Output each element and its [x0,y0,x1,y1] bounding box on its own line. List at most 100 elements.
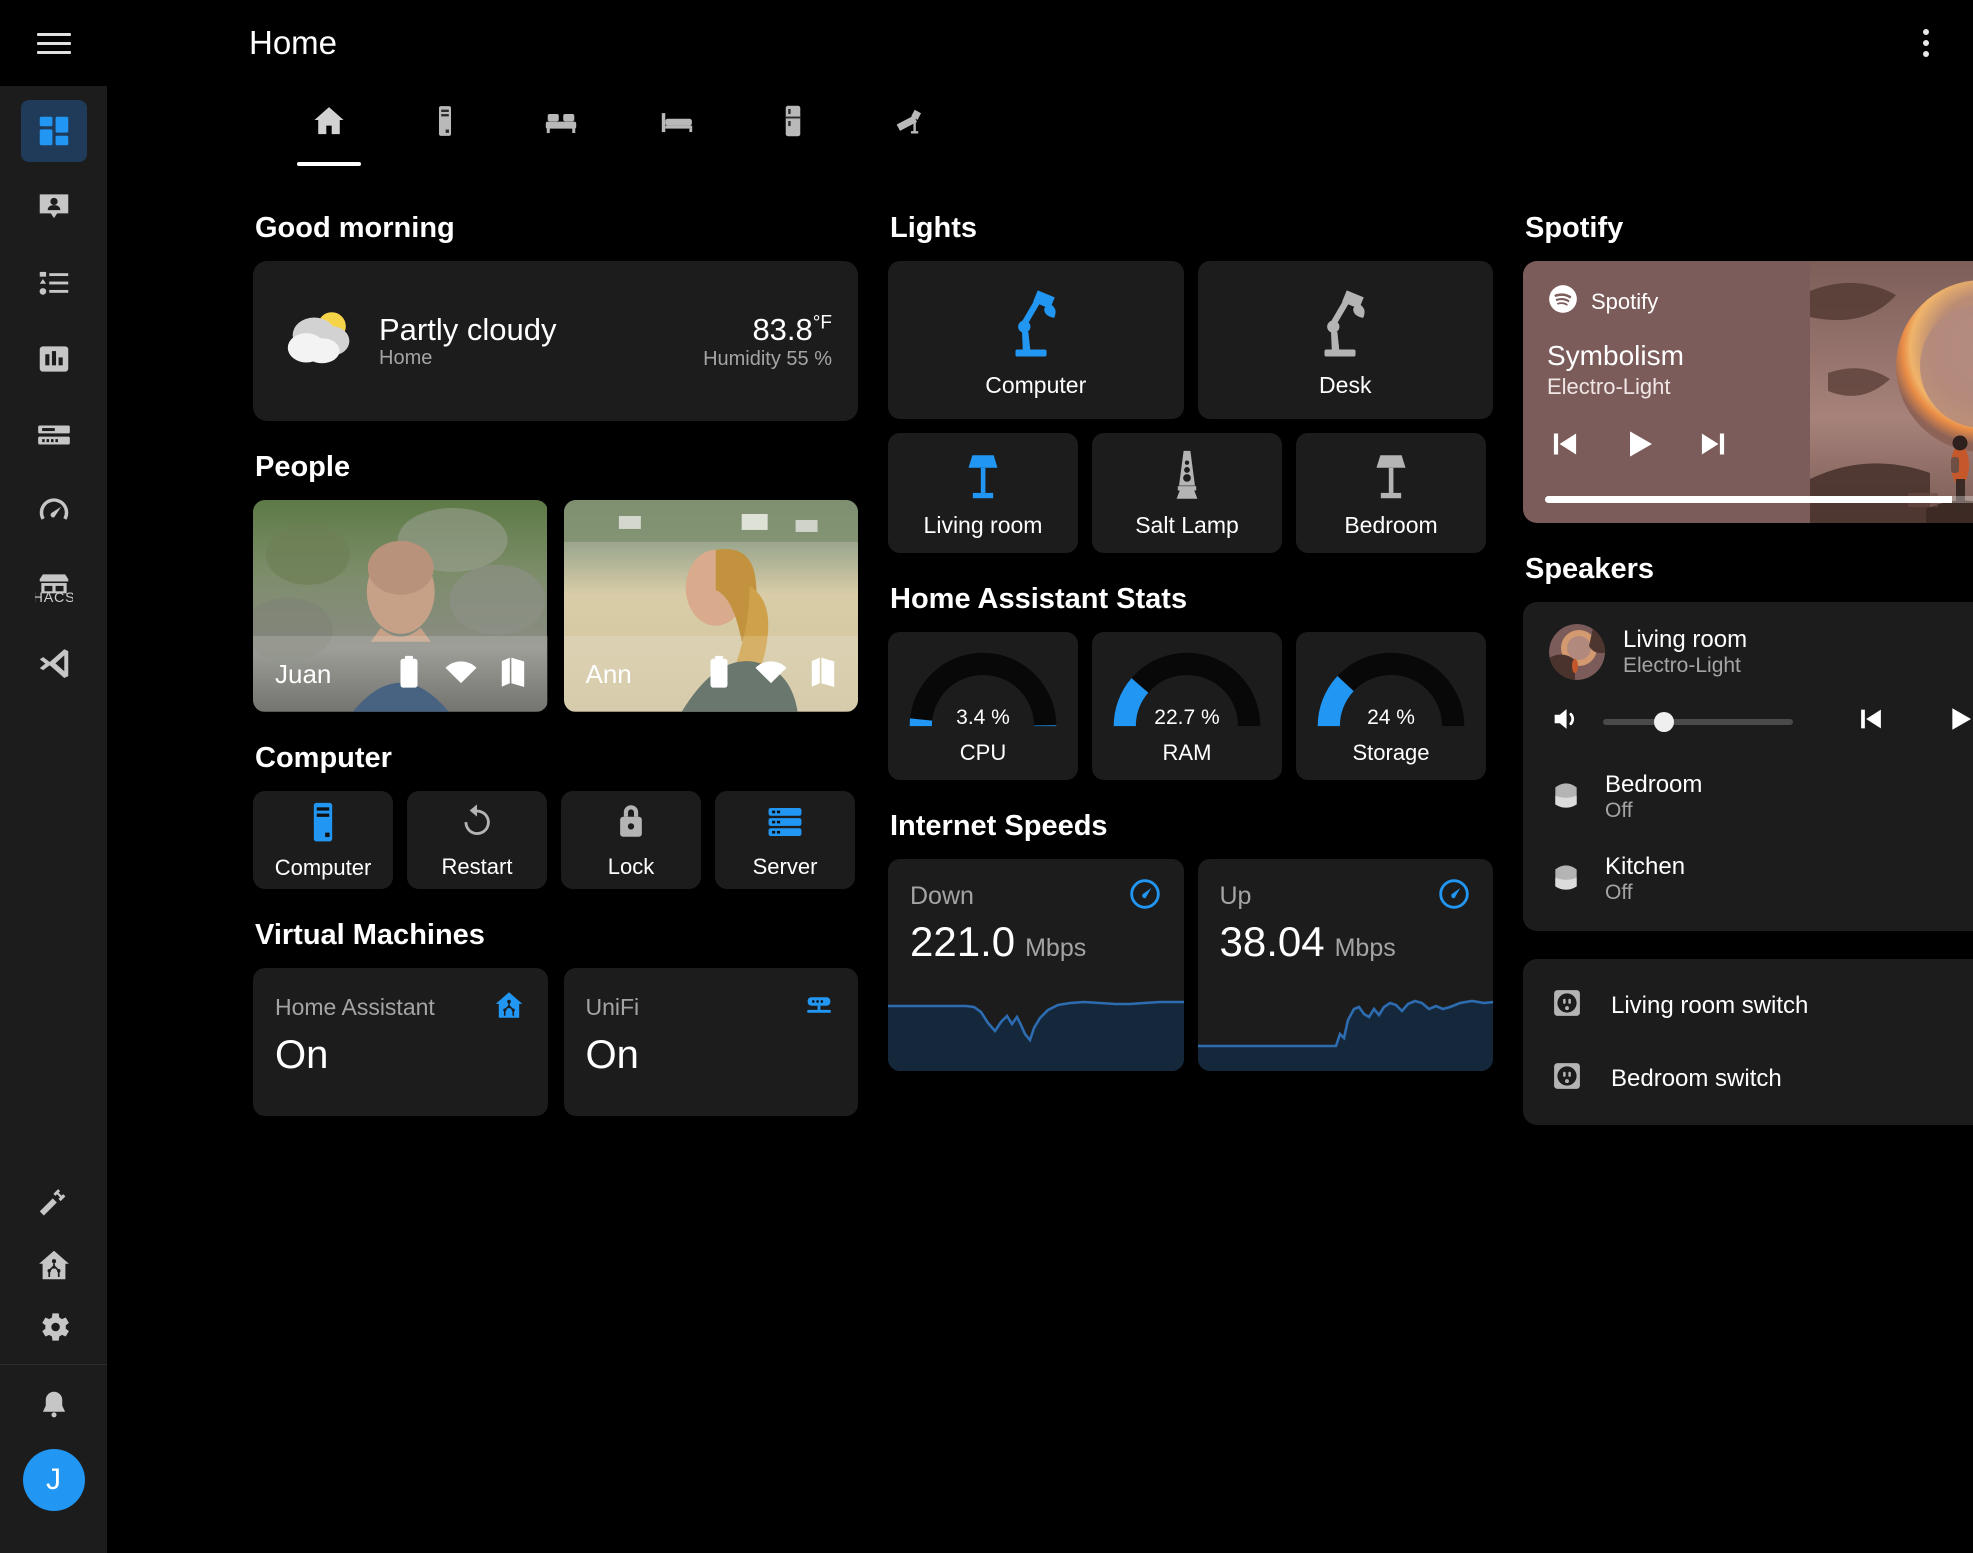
weather-condition: Partly cloudy [379,311,557,347]
speaker-living-room[interactable]: Living room Electro-Light [1549,624,1973,680]
weather-text: Partly cloudy Home [379,312,556,371]
vm-card-home-assistant[interactable]: Home Assistant On [253,968,548,1116]
dashboard-grid-icon [35,112,73,150]
lava-lamp-icon [1160,447,1214,510]
light-card-bedroom[interactable]: Bedroom [1296,433,1486,553]
vm-row: Home Assistant On UniFi On [253,968,858,1116]
kebab-menu-icon[interactable] [1909,15,1943,71]
speaker-labels: Bedroom Off [1605,771,1702,823]
person-card-juan[interactable]: Juan [253,500,548,712]
speed-header: Up [1198,859,1494,916]
speed-card-up[interactable]: Up 38.04 Mbps [1197,859,1494,1071]
lights-title: Lights [890,212,977,244]
server-icon [764,801,806,848]
switch-label: Bedroom switch [1611,1064,1782,1092]
light-card-living-room[interactable]: Living room [888,433,1078,553]
svg-text:HACS: HACS [35,590,73,606]
smart-speaker-icon [1549,775,1583,820]
tab-active-indicator [297,162,361,166]
hammer-icon [35,1184,73,1222]
gauge-label: Storage [1352,740,1430,765]
volume-slider[interactable] [1603,711,1793,732]
tower-pc-icon [426,102,464,145]
vm-name: UniFi [585,994,640,1020]
light-card-salt-lamp[interactable]: Salt Lamp [1092,433,1282,553]
tab-living-room[interactable] [529,86,593,160]
sidebar-item-media[interactable] [21,404,87,466]
play-icon[interactable] [1619,424,1659,469]
tab-kitchen[interactable] [761,86,825,160]
speaker-kitchen[interactable]: Kitchen Off [1549,853,1973,905]
next-icon[interactable] [1695,426,1731,467]
speaker-controls [1549,702,1973,741]
sidebar-item-vscode[interactable] [21,632,87,694]
sidebar-item-developer-tools[interactable] [21,1172,87,1234]
computer-button-restart[interactable]: Restart [407,791,547,889]
tab-computer[interactable] [413,86,477,160]
volume-knob[interactable] [1653,711,1674,732]
vm-title: Virtual Machines [255,919,485,951]
house-icon [310,102,348,145]
light-label: Living room [923,512,1043,538]
computer-button-label: Computer [274,854,372,880]
weather-temp-unit: °F [812,312,832,334]
stats-title: Home Assistant Stats [890,583,1188,615]
sidebar-item-supervisor[interactable] [21,1234,87,1296]
sidebar-item-notifications[interactable] [21,1375,87,1437]
sidebar-item-history[interactable] [21,328,87,390]
speaker-album-thumb [1549,624,1605,680]
spotify-source: Spotify [1547,283,1973,320]
previous-icon[interactable] [1547,426,1583,467]
avatar[interactable]: J [22,1449,85,1511]
previous-icon[interactable] [1855,703,1887,740]
middle-column: Lights Computer Desk Living room Salt La… [888,212,1493,1125]
weather-humidity: Humidity 55 % [703,347,832,370]
tab-home[interactable] [297,86,361,166]
gauge-card-cpu[interactable]: 3.4 % CPU [888,632,1078,780]
spotify-source-name: Spotify [1591,288,1659,314]
person-card-ann[interactable]: Ann [563,500,858,712]
speakers-card: Living room Electro-Light Bedroom Off Ki… [1523,602,1973,931]
spotify-title: Spotify [1525,212,1624,244]
sidebar-item-speedtest[interactable] [21,480,87,542]
lock-icon [613,801,649,848]
gauge-card-ram[interactable]: 22.7 % RAM [1092,632,1282,780]
speed-value-row: 221.0 Mbps [888,916,1184,966]
speed-unit: Mbps [1025,934,1087,962]
speed-header: Down [888,859,1184,916]
sidebar-item-map[interactable] [21,176,87,238]
hamburger-icon[interactable] [36,32,71,54]
speeds-title: Internet Speeds [890,810,1108,842]
main-area: Home Good morning Partly cloudy Home 83.… [107,0,1973,1553]
vm-card-unifi[interactable]: UniFi On [563,968,858,1116]
spotify-body: Spotify Symbolism Electro-Light [1523,261,1973,491]
tab-cameras[interactable] [877,86,941,160]
weather-card[interactable]: Partly cloudy Home 83.8°F Humidity 55 % [253,261,858,421]
sidebar-item-logbook[interactable] [21,252,87,314]
switch-row-living-room[interactable]: Living room switch [1549,985,1973,1026]
light-card-desk[interactable]: Desk [1197,261,1493,419]
speed-card-down[interactable]: Down 221.0 Mbps [888,859,1184,1071]
computer-button-computer[interactable]: Computer [253,791,393,889]
speaker-labels: Living room Electro-Light [1623,626,1747,678]
gauge-value: 22.7 % [1154,706,1220,729]
speaker-bedroom[interactable]: Bedroom Off [1549,771,1973,823]
wifi-icon [444,659,478,690]
spotify-progress-bar[interactable] [1545,496,1973,503]
sidebar: HACS [0,0,107,1553]
gauge-card-storage[interactable]: 24 % Storage [1296,632,1486,780]
switch-row-bedroom[interactable]: Bedroom switch [1549,1058,1973,1099]
computer-button-lock[interactable]: Lock [561,791,701,889]
sofa-icon [542,102,580,145]
right-column: Spotify Spotify Symbolism Electro-Light … [1523,212,1973,1125]
light-card-computer[interactable]: Computer [888,261,1184,419]
home-assistant-icon [35,1246,73,1284]
volume-icon[interactable] [1549,702,1583,741]
sidebar-item-hacs[interactable]: HACS [21,556,87,618]
play-icon[interactable] [1943,702,1973,741]
spotify-media-card[interactable]: ELECTRO-LIGHT SYMBOLISM Spotify [1523,261,1973,523]
tab-bedroom[interactable] [645,86,709,160]
sidebar-item-settings[interactable] [21,1296,87,1358]
sidebar-item-overview[interactable] [20,100,87,162]
computer-button-server[interactable]: Server [715,791,855,889]
